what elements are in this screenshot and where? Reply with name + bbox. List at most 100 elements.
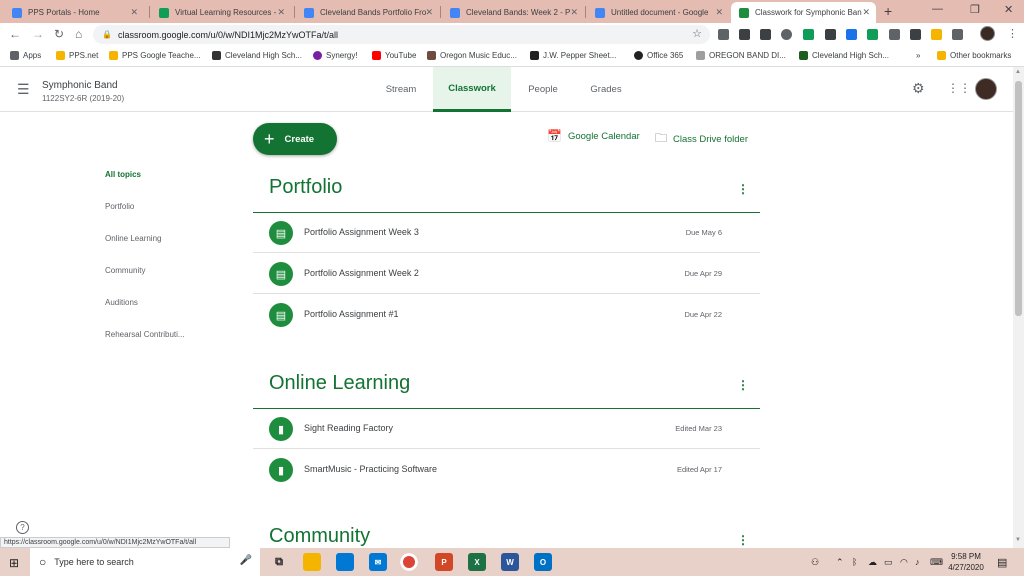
address-url[interactable]: classroom.google.com/u/0/w/NDI1Mjc2MzYwO… (118, 30, 338, 40)
task-view-icon[interactable]: ⧉ (270, 553, 288, 571)
forward-arrow-icon[interactable]: → (32, 27, 44, 41)
notification-icon[interactable]: ▤ (997, 556, 1007, 569)
minimize-icon[interactable]: — (932, 3, 943, 15)
network-icon[interactable]: ◠ (900, 557, 908, 568)
help-icon[interactable]: ? (16, 521, 29, 534)
bookmark-item[interactable]: Oregon Music Educ... (427, 51, 517, 60)
bluetooth-icon[interactable]: ᛒ (852, 557, 857, 567)
browser-tab[interactable]: Untitled document - Google ✕ (587, 2, 729, 23)
word-icon[interactable]: W (501, 553, 519, 571)
outlook-icon[interactable]: O (534, 553, 552, 571)
extension-icon[interactable] (760, 29, 771, 40)
bookmark-item[interactable]: Office 365 (634, 51, 683, 60)
extension-icon[interactable] (739, 29, 750, 40)
close-tab-icon[interactable]: ✕ (425, 7, 433, 18)
tray-chevron-up-icon[interactable]: ⌃ (836, 557, 844, 568)
extension-icon[interactable] (825, 29, 836, 40)
browser-tab[interactable]: Cleveland Bands Portfolio Fro ✕ (296, 2, 439, 23)
topic-item[interactable]: Auditions (105, 298, 138, 307)
browser-tab[interactable]: Cleveland Bands: Week 2 - P ✕ (442, 2, 584, 23)
browser-tab[interactable]: Virtual Learning Resources - ✕ (151, 2, 291, 23)
browser-menu-icon[interactable]: ⋮ (1007, 27, 1018, 40)
store-icon[interactable] (336, 553, 354, 571)
topic-item[interactable]: Community (105, 266, 145, 275)
powerpoint-icon[interactable]: P (435, 553, 453, 571)
avatar[interactable] (975, 78, 997, 100)
gear-icon[interactable]: ⚙ (912, 80, 925, 97)
tab-people[interactable]: People (514, 67, 572, 112)
mail-icon[interactable]: ✉ (369, 553, 387, 571)
excel-icon[interactable]: X (468, 553, 486, 571)
more-vert-icon[interactable]: ⋮ (737, 533, 749, 547)
reload-icon[interactable]: ↻ (54, 27, 64, 41)
home-icon[interactable]: ⌂ (75, 27, 82, 41)
windows-start-icon[interactable]: ⊞ (9, 556, 19, 570)
tab-grades[interactable]: Grades (577, 67, 635, 112)
close-tab-icon[interactable]: ✕ (570, 7, 578, 18)
more-vert-icon[interactable]: ⋮ (737, 378, 749, 392)
volume-icon[interactable]: ♪ (915, 557, 920, 567)
hamburger-menu-icon[interactable]: ☰ (17, 81, 30, 98)
chrome-icon[interactable] (400, 553, 418, 571)
extension-icon[interactable] (952, 29, 963, 40)
classwork-item[interactable]: ▤ Portfolio Assignment #1 Due Apr 22 (253, 295, 760, 335)
extension-icon[interactable] (889, 29, 900, 40)
classwork-item[interactable]: ▮ SmartMusic - Practicing Software Edite… (253, 450, 760, 490)
bookmark-item[interactable]: Synergy! (313, 51, 358, 60)
bookmark-item[interactable]: YouTube (372, 51, 416, 60)
extension-icon[interactable] (846, 29, 857, 40)
close-tab-icon[interactable]: ✕ (862, 7, 870, 18)
scroll-up-icon[interactable]: ▲ (1015, 69, 1021, 75)
address-bar[interactable]: 🔒 classroom.google.com/u/0/w/NDI1Mjc2MzY… (93, 25, 710, 44)
microphone-icon[interactable]: 🎤 (240, 555, 252, 566)
class-name[interactable]: Symphonic Band (42, 80, 118, 91)
scrollbar-thumb[interactable] (1015, 81, 1022, 316)
extension-icon[interactable] (931, 29, 942, 40)
tab-classwork[interactable]: Classwork (433, 67, 511, 112)
file-explorer-icon[interactable] (303, 553, 321, 571)
close-tab-icon[interactable]: ✕ (715, 7, 723, 18)
bookmark-item[interactable]: OREGON BAND DI... (696, 51, 786, 60)
tab-stream[interactable]: Stream (372, 67, 430, 112)
battery-icon[interactable]: ▭ (884, 557, 893, 568)
class-drive-folder-link[interactable]: 🗀 Class Drive folder (655, 129, 748, 150)
bookmarks-overflow-chevron[interactable]: » (916, 51, 920, 60)
bookmark-apps[interactable]: Apps (10, 51, 41, 60)
topic-item[interactable]: Rehearsal Contributi... (105, 330, 185, 339)
bookmark-item[interactable]: J.W. Pepper Sheet... (530, 51, 616, 60)
taskbar-search-box[interactable]: ○ Type here to search 🎤 (30, 548, 260, 576)
browser-tab[interactable]: PPS Portals - Home ✕ (4, 2, 144, 23)
topic-item[interactable]: Portfolio (105, 202, 134, 211)
browser-tab-active[interactable]: Classwork for Symphonic Ban ✕ (731, 2, 876, 23)
window-close-icon[interactable]: ✕ (1004, 3, 1013, 16)
classwork-item[interactable]: ▤ Portfolio Assignment Week 3 Due May 6 (253, 213, 760, 253)
more-vert-icon[interactable]: ⋮ (737, 182, 749, 196)
classwork-item[interactable]: ▤ Portfolio Assignment Week 2 Due Apr 29 (253, 254, 760, 294)
google-calendar-link[interactable]: 📅 Google Calendar (547, 129, 640, 143)
topic-item[interactable]: Online Learning (105, 234, 161, 243)
extension-icon[interactable] (867, 29, 878, 40)
create-button[interactable]: + Create (253, 123, 337, 155)
browser-profile-avatar[interactable] (980, 26, 995, 41)
extension-icon[interactable] (803, 29, 814, 40)
topic-all[interactable]: All topics (105, 170, 141, 179)
bookmark-star-icon[interactable]: ☆ (692, 27, 702, 40)
close-tab-icon[interactable]: ✕ (130, 7, 138, 18)
people-icon[interactable]: ⚇ (811, 557, 819, 568)
scroll-down-icon[interactable]: ▼ (1015, 537, 1021, 543)
extension-icon[interactable] (718, 29, 729, 40)
page-scrollbar[interactable]: ▲ ▼ (1013, 67, 1024, 548)
bookmark-item[interactable]: PPS.net (56, 51, 98, 60)
extension-icon[interactable] (781, 29, 792, 40)
maximize-icon[interactable]: ❐ (970, 3, 980, 16)
taskbar-clock[interactable]: 9:58 PM 4/27/2020 (946, 551, 986, 573)
bookmark-item[interactable]: PPS Google Teache... (109, 51, 201, 60)
back-arrow-icon[interactable]: ← (9, 27, 21, 41)
bookmark-item[interactable]: Cleveland High Sch... (212, 51, 302, 60)
bookmark-item[interactable]: Cleveland High Sch... (799, 51, 889, 60)
onedrive-icon[interactable]: ☁ (868, 557, 877, 568)
extension-icon[interactable] (910, 29, 921, 40)
keyboard-icon[interactable]: ⌨ (930, 557, 943, 568)
close-tab-icon[interactable]: ✕ (277, 7, 285, 18)
new-tab-plus-icon[interactable]: + (884, 3, 892, 19)
